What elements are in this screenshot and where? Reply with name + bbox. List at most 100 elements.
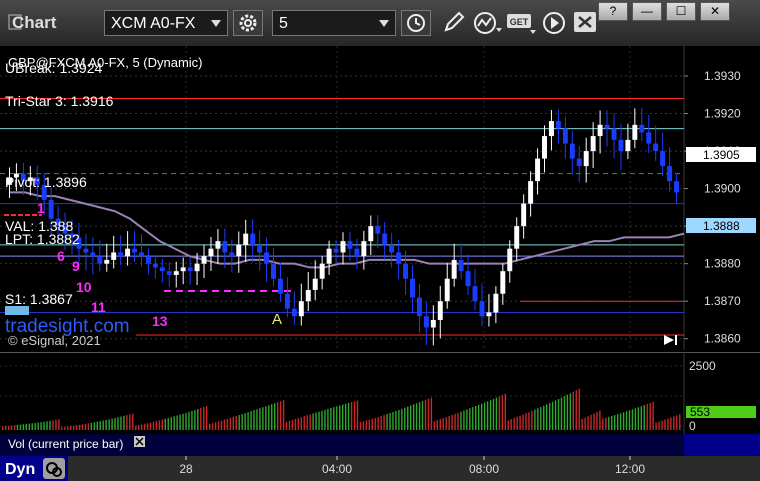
volume-bar (37, 422, 39, 430)
y-tick-label: 1.3920 (704, 107, 741, 121)
counter-label: 13 (152, 313, 168, 329)
volume-bar (312, 413, 314, 430)
volume-bar (140, 424, 143, 430)
volume-bar (495, 397, 498, 430)
volume-bar (563, 396, 566, 430)
volume-bar (537, 408, 539, 430)
volume-bar (359, 422, 362, 430)
time-axis[interactable]: Dyn 28 04:00 08:00 12:00 (0, 456, 760, 481)
volume-tick-label: 2500 (689, 359, 716, 373)
volume-bar (575, 390, 577, 430)
volume-bar (262, 407, 264, 430)
minimize-button[interactable]: — (632, 2, 662, 21)
volume-bar (554, 400, 557, 430)
help-button[interactable]: ? (598, 2, 628, 21)
get-data-icon[interactable]: GET (506, 10, 538, 36)
volume-chart[interactable]: Vol (current price bar) 2500 0 553 (0, 352, 760, 456)
volume-bar (211, 423, 214, 430)
volume-bar (342, 404, 344, 430)
volume-bar (543, 405, 545, 430)
volume-bar (395, 410, 397, 430)
volume-bar (439, 419, 441, 430)
volume-bar (504, 393, 507, 430)
volume-bar (170, 417, 172, 430)
symbol-field[interactable]: XCM A0-FX (104, 10, 228, 36)
study-icon[interactable] (472, 10, 504, 36)
volume-bar (676, 415, 678, 430)
tradesight-logo (5, 306, 29, 315)
volume-bar (271, 404, 273, 430)
volume-bar (418, 402, 421, 430)
volume-bar (587, 416, 589, 430)
volume-bar (534, 409, 536, 430)
volume-bar (398, 409, 400, 430)
volume-bar (188, 411, 190, 430)
s1-label: S1: 1.3867 (5, 291, 73, 307)
volume-bar (614, 414, 616, 430)
lpt-label: LPT: 1.3882 (5, 231, 80, 247)
volume-bar (158, 420, 161, 430)
volume-bar (49, 420, 51, 430)
volume-bar (427, 398, 430, 430)
volume-bar (214, 422, 217, 430)
volume-bar (483, 402, 486, 430)
volume-bar (46, 421, 48, 430)
volume-bar (578, 388, 580, 430)
volume-bar (333, 407, 335, 430)
volume-bar (451, 414, 453, 430)
volume-bar (114, 417, 116, 430)
volume-bar (81, 424, 84, 430)
volume-bar (176, 415, 178, 430)
volume-bar (256, 409, 258, 430)
y-tick-label: 1.3900 (704, 182, 741, 196)
volume-bar (548, 403, 551, 430)
counter-label: 1 (37, 200, 45, 216)
volume-bar (525, 413, 527, 430)
volume-bar (259, 408, 261, 430)
clock-icon (407, 14, 425, 32)
volume-bar (93, 422, 96, 430)
volume-bar (191, 410, 193, 430)
symbol-settings-button[interactable] (233, 10, 263, 36)
volume-bar (149, 422, 152, 430)
maximize-button[interactable]: ☐ (666, 2, 696, 21)
volume-bar (309, 414, 311, 430)
volume-pane-title: Vol (current price bar) (8, 437, 123, 451)
volume-bar (631, 409, 634, 430)
volume-bar (19, 424, 22, 430)
toolbar: Chart XCM A0-FX 5 GET ? — ☐ ✕ (0, 0, 760, 47)
volume-bar (560, 397, 563, 430)
volume-bar (108, 419, 110, 430)
price-chart[interactable]: 1.39301.39201.39101.39001.38901.38801.38… (0, 46, 760, 350)
link-icon[interactable] (43, 458, 65, 479)
volume-bar (96, 421, 99, 430)
counter-label: 11 (91, 299, 106, 315)
interval-field[interactable]: 5 (272, 10, 396, 36)
volume-bar (200, 408, 202, 430)
play-icon[interactable] (541, 10, 567, 36)
volume-bar (442, 418, 444, 430)
volume-bar (637, 407, 640, 430)
gear-icon (239, 14, 257, 32)
volume-bar (220, 420, 223, 430)
volume-bar (194, 410, 196, 430)
volume-bar (217, 421, 220, 430)
pencil-icon[interactable] (440, 10, 466, 36)
x-tick-label: 04:00 (322, 462, 352, 476)
svg-text:GET: GET (510, 17, 529, 27)
volume-bar (593, 413, 595, 430)
close-window-button[interactable]: ✕ (700, 2, 730, 21)
volume-bar (75, 425, 78, 430)
volume-bar (596, 411, 598, 430)
y-tick-label: 1.3870 (704, 294, 741, 308)
volume-bar (208, 423, 211, 430)
y-tick-label: 1.3880 (704, 257, 741, 271)
volume-bar (279, 401, 282, 430)
volume-bar (303, 416, 305, 430)
volume-bar (146, 423, 149, 430)
volume-bar (590, 414, 592, 430)
volume-bar (436, 420, 439, 430)
interval-clock-button[interactable] (401, 10, 431, 36)
volume-bar (625, 411, 628, 430)
volume-bar (321, 410, 323, 430)
